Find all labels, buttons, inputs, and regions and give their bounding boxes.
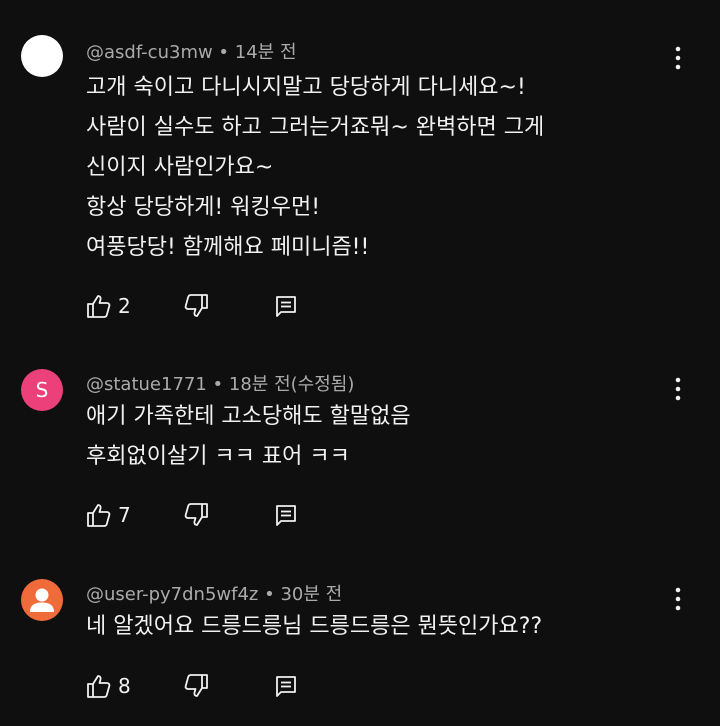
reply-button[interactable]: [274, 291, 304, 321]
person-icon: [30, 588, 54, 612]
thumbs-up-icon: [87, 504, 111, 527]
comment-meta: @asdf-cu3mw • 14분 전: [86, 38, 297, 64]
reply-button[interactable]: [274, 671, 304, 701]
comment-line: 후회없이살기 ㅋㅋ 표어 ㅋㅋ: [86, 444, 350, 469]
comment-meta: @user-py7dn5wf4z • 30분 전: [86, 580, 342, 606]
avatar[interactable]: [21, 579, 63, 621]
comment-actions: 7: [86, 500, 316, 530]
comment-time: • 18분 전(수정됨): [206, 374, 355, 395]
comment-line: 네 알겠어요 드릉드릉님 드릉드릉은 뭔뜻인가요??: [86, 614, 543, 639]
comment-line: 신이지 사람인가요~: [86, 155, 274, 180]
like-button[interactable]: 2: [86, 291, 146, 321]
thumbs-up-icon: [87, 295, 111, 318]
thumbs-down-icon: [184, 294, 208, 317]
avatar-letter: S: [35, 378, 49, 402]
reply-icon: [276, 676, 296, 697]
comment-actions: 8: [86, 671, 316, 701]
more-options-button[interactable]: [667, 376, 689, 402]
more-vert-icon: [675, 46, 681, 70]
thumbs-down-icon: [184, 674, 208, 697]
reply-icon: [276, 296, 296, 317]
comment-line: 여풍당당! 함께해요 페미니즘!!: [86, 235, 370, 260]
comment-time: • 14분 전: [212, 42, 297, 63]
author-handle[interactable]: @asdf-cu3mw: [86, 42, 213, 63]
comment-actions: 2: [86, 291, 316, 321]
avatar[interactable]: S: [21, 369, 63, 411]
reply-button[interactable]: [274, 500, 304, 530]
comment-line: 사람이 실수도 하고 그러는거죠뭐~ 완벽하면 그게: [86, 115, 545, 140]
comment-text: 네 알겠어요 드릉드릉님 드릉드릉은 뭔뜻인가요??: [86, 607, 646, 647]
dislike-button[interactable]: [183, 291, 213, 321]
like-button[interactable]: 7: [86, 500, 146, 530]
author-handle[interactable]: @statue1771: [86, 374, 207, 395]
comment-text: 애기 가족한테 고소당해도 할말없음 후회없이살기 ㅋㅋ 표어 ㅋㅋ: [86, 397, 646, 477]
like-count: 2: [118, 294, 131, 318]
comment-text: 고개 숙이고 다니시지말고 당당하게 다니세요~! 사람이 실수도 하고 그러는…: [86, 68, 646, 268]
comment-item: @asdf-cu3mw • 14분 전 고개 숙이고 다니시지말고 당당하게 다…: [0, 0, 720, 330]
comment-time: • 30분 전: [258, 584, 343, 605]
more-vert-icon: [675, 377, 681, 401]
dislike-button[interactable]: [183, 500, 213, 530]
like-count: 8: [118, 674, 131, 698]
more-options-button[interactable]: [667, 586, 689, 612]
comment-line: 애기 가족한테 고소당해도 할말없음: [86, 404, 411, 429]
comment-line: 항상 당당하게! 워킹우먼!: [86, 195, 321, 220]
dislike-button[interactable]: [183, 671, 213, 701]
comment-line: 고개 숙이고 다니시지말고 당당하게 다니세요~!: [86, 75, 526, 100]
like-count: 7: [118, 503, 131, 527]
like-button[interactable]: 8: [86, 671, 146, 701]
comment-item: S @statue1771 • 18분 전(수정됨) 애기 가족한테 고소당해도…: [0, 360, 720, 540]
thumbs-up-icon: [87, 675, 111, 698]
avatar[interactable]: [21, 35, 63, 77]
comment-item: @user-py7dn5wf4z • 30분 전 네 알겠어요 드릉드릉님 드릉…: [0, 570, 720, 720]
author-handle[interactable]: @user-py7dn5wf4z: [86, 584, 258, 605]
more-vert-icon: [675, 587, 681, 611]
more-options-button[interactable]: [667, 45, 689, 71]
reply-icon: [276, 505, 296, 526]
comment-meta: @statue1771 • 18분 전(수정됨): [86, 370, 354, 396]
thumbs-down-icon: [184, 503, 208, 526]
